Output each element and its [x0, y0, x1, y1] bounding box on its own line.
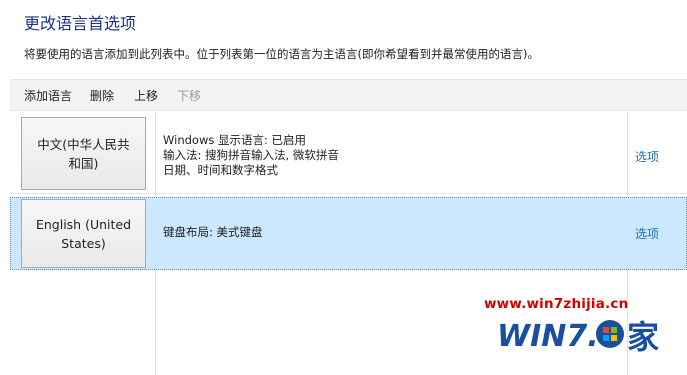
language-row-english[interactable]: English (United States) 键盘布局: 美式键盘 选项: [10, 197, 687, 270]
format-detail: 日期、时间和数字格式: [163, 163, 278, 177]
options-link[interactable]: 选项: [635, 148, 659, 165]
input-method-detail: 输入法: 搜狗拼音输入法, 微软拼音: [163, 148, 339, 162]
page-title: 更改语言首选项: [24, 14, 137, 33]
move-down-button[interactable]: 下移: [177, 87, 201, 104]
display-language-detail: Windows 显示语言: 已启用: [163, 133, 307, 147]
watermark-url: www.win7zhijia.cn: [484, 296, 629, 312]
language-name-button[interactable]: 中文(中华人民共和国): [21, 117, 146, 190]
watermark-logo-char: 家: [627, 318, 659, 356]
toolbar: 添加语言 删除 上移 下移: [10, 79, 687, 111]
watermark-logo: WIN7. 家: [497, 318, 659, 356]
language-details: Windows 显示语言: 已启用 输入法: 搜狗拼音输入法, 微软拼音 日期、…: [163, 133, 339, 178]
language-name-button[interactable]: English (United States): [21, 199, 146, 268]
remove-button[interactable]: 删除: [90, 87, 114, 104]
language-details: 键盘布局: 美式键盘: [163, 225, 263, 240]
add-language-button[interactable]: 添加语言: [24, 87, 72, 104]
watermark-logo-text: WIN7.: [497, 319, 599, 354]
language-row-chinese[interactable]: 中文(中华人民共和国) Windows 显示语言: 已启用 输入法: 搜狗拼音输…: [10, 113, 687, 194]
language-name: English (United States): [35, 216, 132, 251]
windows-flag-icon: [596, 320, 624, 348]
options-link[interactable]: 选项: [635, 225, 659, 242]
language-name: 中文(中华人民共和国): [37, 136, 130, 171]
page-description: 将要使用的语言添加到此列表中。位于列表第一位的语言为主语言(即你希望看到并最常使…: [24, 47, 539, 61]
move-up-button[interactable]: 上移: [134, 87, 158, 104]
keyboard-layout-detail: 键盘布局: 美式键盘: [163, 225, 263, 239]
